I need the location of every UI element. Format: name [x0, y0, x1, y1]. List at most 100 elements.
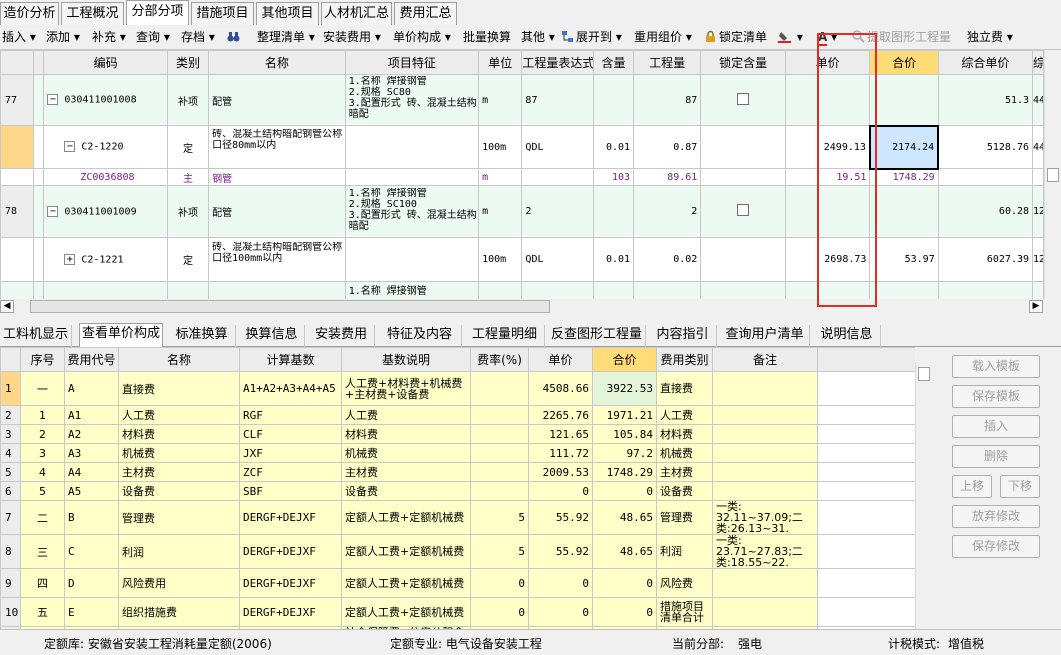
col-name[interactable]: 名称: [118, 347, 240, 372]
col-lock-content[interactable]: 锁定含量: [700, 50, 786, 75]
lock-content-checkbox[interactable]: [737, 92, 750, 105]
rate-cell[interactable]: [470, 424, 529, 444]
table-row[interactable]: 4 3 A3 机械费 JXF 机械费 111.72 97.2 机械费: [0, 443, 915, 463]
table-row[interactable]: 2 1 A1 人工费 RGF 人工费 2265.76 1971.21 人工费: [0, 405, 915, 425]
table-row[interactable]: 78 −030411001009 补项 配管 1.名称 焊接钢管 2.规格 SC…: [0, 185, 1044, 238]
col-qty-expr[interactable]: 工程量表达式: [521, 50, 594, 75]
extract-graphic-qty-button[interactable]: 提取图形工程量: [852, 29, 951, 45]
col-qty[interactable]: 工程量: [633, 50, 702, 75]
calc-base-cell[interactable]: SBF: [239, 481, 342, 501]
insert-button[interactable]: 插入 ▾: [2, 29, 36, 45]
delete-button[interactable]: 删除: [952, 445, 1040, 468]
add-button[interactable]: 添加 ▾: [46, 29, 80, 45]
col-comp-price[interactable]: 综合单价: [937, 50, 1034, 75]
tab-other-items[interactable]: 其他项目: [256, 2, 319, 25]
table-row[interactable]: 6 5 A5 设备费 SBF 设备费 0 0 设备费: [0, 481, 915, 501]
table-row[interactable]: 3 2 A2 材料费 CLF 材料费 121.65 105.84 材料费: [0, 424, 915, 444]
tab-fee-summary[interactable]: 费用汇总: [394, 2, 457, 25]
selected-total-cell[interactable]: 2174.24: [868, 124, 940, 170]
table-row[interactable]: 9 四 D 风险费用 DERGF+DEJXF 定额人工费+定额机械费 0 0 0 风险费: [0, 568, 915, 598]
note-cell[interactable]: 一类: 23.71~27.83;二类:18.55~22.: [712, 534, 818, 569]
tab-reverse-graphic-qty[interactable]: 反查图形工程量: [548, 325, 646, 347]
move-up-button[interactable]: 上移: [952, 475, 992, 498]
collapse-icon[interactable]: −: [47, 94, 59, 106]
collapse-icon[interactable]: −: [47, 205, 59, 217]
tab-labor-material[interactable]: 工料机显示: [0, 325, 72, 347]
scroll-right-icon[interactable]: ▶: [1029, 300, 1043, 313]
tab-measures[interactable]: 措施项目: [191, 2, 254, 25]
tab-project-overview[interactable]: 工程概况: [61, 2, 124, 25]
horizontal-scrollbar[interactable]: ◀ ▶: [0, 299, 1044, 314]
binoculars-icon[interactable]: [227, 29, 242, 45]
discard-changes-button[interactable]: 放弃修改: [952, 505, 1040, 528]
calc-base-cell[interactable]: ZCF: [239, 462, 342, 482]
rate-cell[interactable]: [470, 443, 529, 463]
other-button[interactable]: 其他 ▾: [521, 29, 555, 45]
table-row[interactable]: 8 三 C 利润 DERGF+DEJXF 定额人工费+定额机械费 5 55.92 48.65 利润…: [0, 534, 915, 569]
scroll-left-icon[interactable]: ◀: [0, 300, 14, 313]
load-template-button[interactable]: 载入模板: [952, 355, 1040, 378]
rate-cell[interactable]: 0: [470, 568, 529, 598]
reuse-group-button[interactable]: 重用组价 ▾: [634, 29, 692, 45]
tab-standard-convert[interactable]: 标准换算: [168, 325, 236, 347]
tab-query-user-list[interactable]: 查询用户清单: [720, 325, 810, 347]
rate-cell[interactable]: [470, 405, 529, 425]
col-type[interactable]: 类别: [166, 50, 210, 75]
col-total[interactable]: 合价: [592, 347, 657, 372]
archive-button[interactable]: 存档 ▾: [181, 29, 215, 45]
col-unit-price[interactable]: 单价: [528, 347, 593, 372]
tab-description[interactable]: 说明信息: [813, 325, 881, 347]
organize-list-button[interactable]: 整理清单 ▾: [257, 29, 315, 45]
collapse-icon[interactable]: −: [64, 141, 76, 153]
note-cell[interactable]: [712, 424, 818, 444]
col-content[interactable]: 含量: [592, 50, 635, 75]
col-rate[interactable]: 费率(%): [470, 347, 529, 372]
rate-cell[interactable]: [470, 481, 529, 501]
col-base-desc[interactable]: 基数说明: [341, 347, 471, 372]
vertical-scrollbar[interactable]: [1044, 50, 1061, 299]
rate-cell[interactable]: [470, 371, 529, 406]
col-fee-category[interactable]: 费用类别: [656, 347, 713, 372]
expand-to-button[interactable]: 展开到 ▾: [561, 29, 622, 45]
rate-cell[interactable]: 5: [470, 534, 529, 569]
unit-compose-button[interactable]: 单价构成 ▾: [393, 29, 451, 45]
table-row[interactable]: 10 五 E 组织措施费 DERGF+DEJXF 定额人工费+定额机械费 0 0 0 措施项目清单…: [0, 597, 915, 627]
tab-unit-price-composition[interactable]: 查看单价构成: [79, 323, 163, 347]
tab-cost-analysis[interactable]: 造价分析: [0, 2, 59, 25]
tab-feature-content[interactable]: 特征及内容: [378, 325, 462, 347]
col-note[interactable]: 备注: [712, 347, 818, 372]
tab-labor-material-summary[interactable]: 人材机汇总: [321, 2, 392, 25]
rate-cell[interactable]: 5: [470, 500, 529, 535]
col-feature[interactable]: 项目特征: [344, 50, 480, 75]
calc-base-cell[interactable]: A1+A2+A3+A4+A5: [239, 371, 342, 406]
tab-sub-items[interactable]: 分部分项: [126, 0, 189, 25]
rate-cell[interactable]: [470, 462, 529, 482]
expand-icon[interactable]: +: [64, 253, 76, 265]
move-down-button[interactable]: 下移: [1000, 475, 1040, 498]
col-seq[interactable]: 序号: [20, 347, 65, 372]
standalone-fee-button[interactable]: 独立费 ▾: [967, 29, 1013, 45]
note-cell[interactable]: [712, 443, 818, 463]
query-button[interactable]: 查询 ▾: [136, 29, 170, 45]
save-changes-button[interactable]: 保存修改: [952, 535, 1040, 558]
calc-base-cell[interactable]: DERGF+DEJXF: [239, 534, 342, 569]
col-calc-base[interactable]: 计算基数: [239, 347, 342, 372]
install-fee-button[interactable]: 安装费用 ▾: [323, 29, 381, 45]
table-row[interactable]: 1.名称 焊接钢管: [0, 281, 1044, 299]
col-unit-price[interactable]: 单价: [784, 50, 871, 75]
tab-content-guide[interactable]: 内容指引: [649, 325, 717, 347]
note-cell[interactable]: [712, 371, 818, 406]
table-row[interactable]: 1 一 A 直接费 A1+A2+A3+A4+A5 人工费+材料费+机械费+主材费+设备费 4…: [0, 371, 915, 406]
calc-base-cell[interactable]: DERGF+DEJXF: [239, 568, 342, 598]
note-cell[interactable]: [712, 597, 818, 627]
rate-cell[interactable]: 0: [470, 597, 529, 627]
note-cell[interactable]: 一类: 32.11~37.09;二类:26.13~31.: [712, 500, 818, 535]
font-color-icon[interactable]: A ▾: [818, 29, 837, 46]
note-cell[interactable]: [712, 481, 818, 501]
pane-splitter[interactable]: [0, 314, 1061, 322]
calc-base-cell[interactable]: JXF: [239, 443, 342, 463]
lock-list-button[interactable]: 锁定清单: [704, 29, 767, 45]
tab-qty-detail[interactable]: 工程量明细: [465, 325, 545, 347]
col-comp-total[interactable]: 综合合价: [1032, 50, 1044, 75]
vertical-scrollbar-lower[interactable]: [915, 363, 932, 629]
